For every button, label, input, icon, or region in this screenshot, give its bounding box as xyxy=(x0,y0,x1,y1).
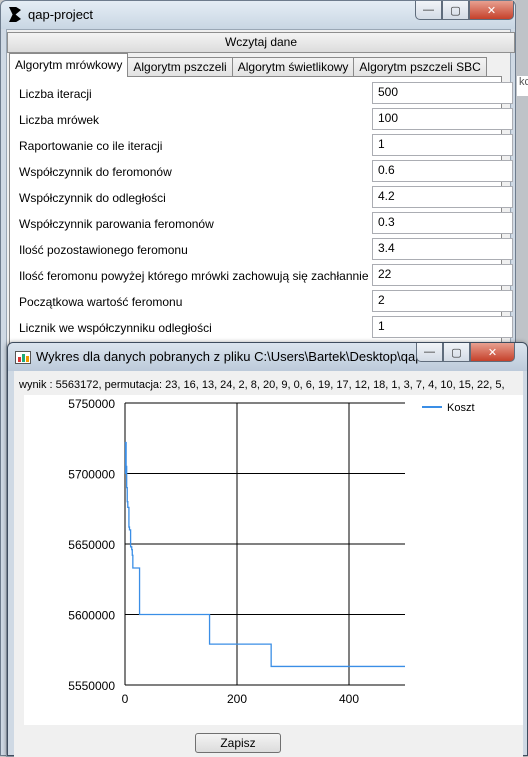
tab-bee-sbc-algorithm[interactable]: Algorytm pszczeli SBC xyxy=(353,57,487,77)
chart-window-title: Wykres dla danych pobranych z pliku C:\U… xyxy=(36,349,448,364)
main-titlebar[interactable]: qap-project — ▢ ✕ xyxy=(1,1,515,29)
chart-close-button[interactable]: ✕ xyxy=(470,343,515,362)
y-tick-label: 5650000 xyxy=(68,538,115,552)
chart-titlebar[interactable]: Wykres dla danych pobranych z pliku C:\U… xyxy=(8,343,527,371)
algorithm-tabs: Algorytm mrówkowy Algorytm pszczeli Algo… xyxy=(9,53,487,77)
chart-maximize-button[interactable]: ▢ xyxy=(443,343,470,362)
greedy-threshold-input[interactable]: 22 xyxy=(372,264,513,286)
param-label: Współczynnik do feromonów xyxy=(19,165,172,179)
app-logo-icon xyxy=(9,7,21,22)
chart-window: Wykres dla danych pobranych z pliku C:\U… xyxy=(7,342,528,757)
tab-ant-algorithm[interactable]: Algorytm mrówkowy xyxy=(9,53,129,77)
y-tick-label: 5700000 xyxy=(68,468,115,482)
chart-window-icon xyxy=(15,351,31,364)
background-window-text: kc xyxy=(517,76,528,96)
param-label: Raportowanie co ile iteracji xyxy=(19,139,163,153)
minimize-button[interactable]: — xyxy=(415,1,442,20)
legend-label: Koszt xyxy=(447,402,475,414)
param-row: Liczba iteracji 500 xyxy=(10,80,513,106)
tab-firefly-algorithm[interactable]: Algorytm świetlikowy xyxy=(231,57,355,77)
x-tick-label: 200 xyxy=(227,692,247,706)
report-interval-input[interactable]: 1 xyxy=(372,134,513,156)
series-line-koszt xyxy=(124,441,405,668)
tab-bee-algorithm[interactable]: Algorytm pszczeli xyxy=(127,57,233,77)
param-label: Współczynnik parowania feromonów xyxy=(19,217,214,231)
param-label: Liczba mrówek xyxy=(19,113,100,127)
result-text: wynik : 5563172, permutacja: 23, 16, 13,… xyxy=(19,379,505,391)
param-label: Początkowa wartość feromonu xyxy=(19,295,183,309)
param-row: Licznik we współczynniku odległości 1 xyxy=(10,314,513,340)
distance-numerator-input[interactable]: 1 xyxy=(372,316,513,338)
load-data-button[interactable]: Wczytaj dane xyxy=(7,32,515,53)
cost-line-chart: 5550000 5600000 5650000 5700000 5750000 0 200 4… xyxy=(68,397,475,706)
chart-client-area: wynik : 5563172, permutacja: 23, 16, 13,… xyxy=(14,371,523,757)
ants-count-input[interactable]: 100 xyxy=(372,108,513,130)
param-row: Ilość feromonu powyżej którego mrówki za… xyxy=(10,262,513,288)
param-label: Liczba iteracji xyxy=(19,87,92,101)
param-row: Współczynnik parowania feromonów 0.3 xyxy=(10,210,513,236)
x-tick-label: 0 xyxy=(122,692,129,706)
param-row: Liczba mrówek 100 xyxy=(10,106,513,132)
param-row: Współczynnik do odległości 4.2 xyxy=(10,184,513,210)
maximize-button[interactable]: ▢ xyxy=(442,1,469,20)
chart-area: 5550000 5600000 5650000 5700000 5750000 0 200 4… xyxy=(24,395,523,725)
param-label: Ilość pozostawionego feromonu xyxy=(19,243,188,257)
param-row: Raportowanie co ile iteracji 1 xyxy=(10,132,513,158)
param-row: Początkowa wartość feromonu 2 xyxy=(10,288,513,314)
deposited-pheromone-input[interactable]: 3.4 xyxy=(372,238,513,260)
main-window-title: qap-project xyxy=(28,7,94,22)
param-label: Współczynnik do odległości xyxy=(19,191,166,205)
initial-pheromone-input[interactable]: 2 xyxy=(372,290,513,312)
param-row: Współczynnik do feromonów 0.6 xyxy=(10,158,513,184)
chart-minimize-button[interactable]: — xyxy=(416,343,443,362)
pheromone-coefficient-input[interactable]: 0.6 xyxy=(372,160,513,182)
save-button[interactable]: Zapisz xyxy=(195,733,281,753)
distance-coefficient-input[interactable]: 4.2 xyxy=(372,186,513,208)
param-label: Licznik we współczynniku odległości xyxy=(19,321,212,335)
param-label: Ilość feromonu powyżej którego mrówki za… xyxy=(19,269,369,283)
y-tick-label: 5750000 xyxy=(68,397,115,411)
close-button[interactable]: ✕ xyxy=(469,1,514,20)
y-tick-label: 5600000 xyxy=(68,609,115,623)
x-tick-label: 400 xyxy=(339,692,359,706)
evaporation-coefficient-input[interactable]: 0.3 xyxy=(372,212,513,234)
iterations-input[interactable]: 500 xyxy=(372,82,513,104)
param-row: Ilość pozostawionego feromonu 3.4 xyxy=(10,236,513,262)
y-tick-label: 5550000 xyxy=(68,679,115,693)
